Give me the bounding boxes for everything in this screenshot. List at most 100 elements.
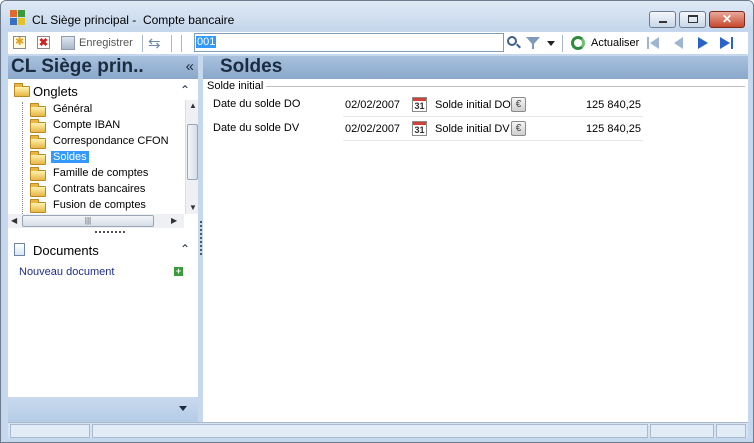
onglets-section-header[interactable]: Onglets ⌃	[8, 81, 198, 100]
delete-icon: ✖	[37, 36, 50, 49]
new-record-button[interactable]: ✱	[12, 35, 28, 51]
next-record-icon	[698, 37, 708, 49]
first-record-button[interactable]	[646, 35, 662, 51]
tree-item-famille-de-comptes[interactable]: Famille de comptes	[29, 166, 184, 182]
row-divider	[343, 140, 643, 141]
chevron-down-icon	[547, 41, 555, 46]
calendar-icon[interactable]: 31	[412, 121, 427, 136]
tree-item-label: Compte IBAN	[53, 119, 121, 131]
chevron-up-icon: ⌃	[179, 83, 190, 97]
next-record-button[interactable]	[695, 35, 711, 51]
status-cell	[92, 424, 648, 438]
tree-item-fusion-de-comptes[interactable]: Fusion de comptes	[29, 198, 184, 214]
new-document-link[interactable]: Nouveau document	[19, 266, 114, 278]
documents-section-header[interactable]: Documents ⌃	[8, 240, 198, 259]
navigation-pane: CL Siège prin.. « Onglets ⌃ Général Comp…	[8, 56, 198, 422]
folder-icon	[30, 119, 46, 133]
last-record-button[interactable]	[719, 35, 735, 51]
scroll-down-icon[interactable]: ▼	[189, 203, 197, 212]
last-record-icon	[720, 37, 730, 49]
sync-button[interactable]: ⇆	[148, 35, 164, 52]
main-panel: Soldes Solde initial Date du solde DO 02…	[203, 56, 748, 422]
save-icon	[60, 35, 76, 51]
main-header: Soldes	[203, 56, 748, 79]
chevron-down-icon[interactable]	[179, 406, 187, 411]
chevron-up-icon: ⌃	[179, 242, 190, 256]
status-cell	[716, 424, 746, 438]
search-button[interactable]	[506, 35, 522, 51]
minimize-button[interactable]	[649, 11, 676, 28]
tree-item-general[interactable]: Général	[29, 102, 184, 118]
tabs-tree: Général Compte IBAN Correspondance CFON …	[8, 100, 184, 214]
add-icon[interactable]: +	[174, 267, 183, 276]
save-button[interactable]: Enregistrer	[79, 37, 133, 49]
scroll-right-icon[interactable]: ▶	[171, 216, 177, 225]
open-folder-icon	[30, 151, 46, 165]
group-label: Solde initial	[207, 80, 267, 92]
scroll-left-icon[interactable]: ◀	[11, 216, 17, 225]
tree-item-compte-iban[interactable]: Compte IBAN	[29, 118, 184, 134]
folder-icon	[14, 83, 30, 97]
solde-initial-do-label: Solde initial DO	[435, 99, 511, 111]
calendar-icon[interactable]: 31	[412, 97, 427, 112]
toolbar-separator	[562, 35, 563, 52]
date-solde-dv-label: Date du solde DV	[213, 122, 300, 134]
filter-button[interactable]	[525, 35, 541, 51]
navigation-header: CL Siège prin.. «	[8, 56, 198, 79]
minimize-icon	[659, 21, 667, 23]
star-icon: ✱	[15, 36, 25, 48]
solde-initial-do-field[interactable]: 125 840,25	[529, 99, 641, 111]
tree-line	[22, 102, 23, 214]
tree-item-label: Soldes	[51, 151, 89, 163]
previous-record-button[interactable]	[671, 35, 687, 51]
tree-item-label: Contrats bancaires	[53, 183, 146, 195]
filter-dropdown-button[interactable]	[545, 35, 555, 51]
vertical-splitter[interactable]	[200, 221, 202, 255]
delete-button[interactable]: ✖	[36, 35, 52, 51]
date-solde-do-label: Date du solde DO	[213, 98, 301, 110]
status-cell	[10, 424, 90, 438]
status-bar	[8, 422, 748, 438]
navigation-title: CL Siège prin..	[11, 56, 144, 77]
tree-item-contrats-bancaires[interactable]: Contrats bancaires	[29, 182, 184, 198]
status-cell	[650, 424, 714, 438]
app-window: CL Siège principal - Compte bancaire ✕ ✱…	[0, 0, 754, 443]
tree-item-soldes[interactable]: Soldes	[29, 150, 184, 166]
collapse-pane-button[interactable]: «	[186, 58, 194, 75]
tree-item-label: Famille de comptes	[53, 167, 149, 179]
close-button[interactable]: ✕	[709, 11, 745, 28]
folder-icon	[30, 103, 46, 117]
tree-item-correspondance-cfon[interactable]: Correspondance CFON	[29, 134, 184, 150]
first-record-icon	[647, 37, 649, 49]
toolbar-separator	[171, 35, 172, 52]
documents-header-label: Documents	[33, 243, 99, 258]
refresh-icon	[570, 35, 586, 51]
scrollbar-thumb[interactable]: |||	[22, 215, 154, 227]
window-title: CL Siège principal - Compte bancaire	[32, 13, 235, 27]
euro-icon[interactable]: €	[511, 97, 526, 112]
solde-initial-dv-field[interactable]: 125 840,25	[529, 123, 641, 135]
tree-item-label: Fusion de comptes	[53, 199, 146, 211]
date-solde-dv-field[interactable]: 02/02/2007	[345, 123, 409, 135]
search-value: 001	[196, 36, 217, 48]
pane-splitter[interactable]	[95, 231, 125, 235]
date-solde-do-field[interactable]: 02/02/2007	[345, 99, 409, 111]
scroll-up-icon[interactable]: ▲	[189, 101, 197, 110]
maximize-button[interactable]	[679, 11, 706, 28]
tree-vertical-scrollbar[interactable]: ▲ ▼	[185, 100, 198, 214]
previous-record-icon	[674, 37, 683, 49]
tree-horizontal-scrollbar[interactable]: ◀ ||| ▶	[8, 214, 184, 228]
tree-item-label: Correspondance CFON	[53, 135, 169, 147]
scrollbar-thumb[interactable]	[187, 124, 198, 180]
folder-icon	[30, 135, 46, 149]
refresh-button[interactable]: Actualiser	[591, 37, 639, 49]
solde-initial-dv-label: Solde initial DV	[435, 123, 510, 135]
title-bar: CL Siège principal - Compte bancaire ✕	[1, 1, 753, 31]
search-input[interactable]: 001	[194, 33, 504, 52]
group-divider	[265, 86, 745, 87]
document-icon	[14, 243, 25, 256]
maximize-icon	[688, 15, 698, 23]
euro-icon[interactable]: €	[511, 121, 526, 136]
folder-icon	[30, 199, 46, 213]
navigation-footer	[8, 397, 198, 422]
